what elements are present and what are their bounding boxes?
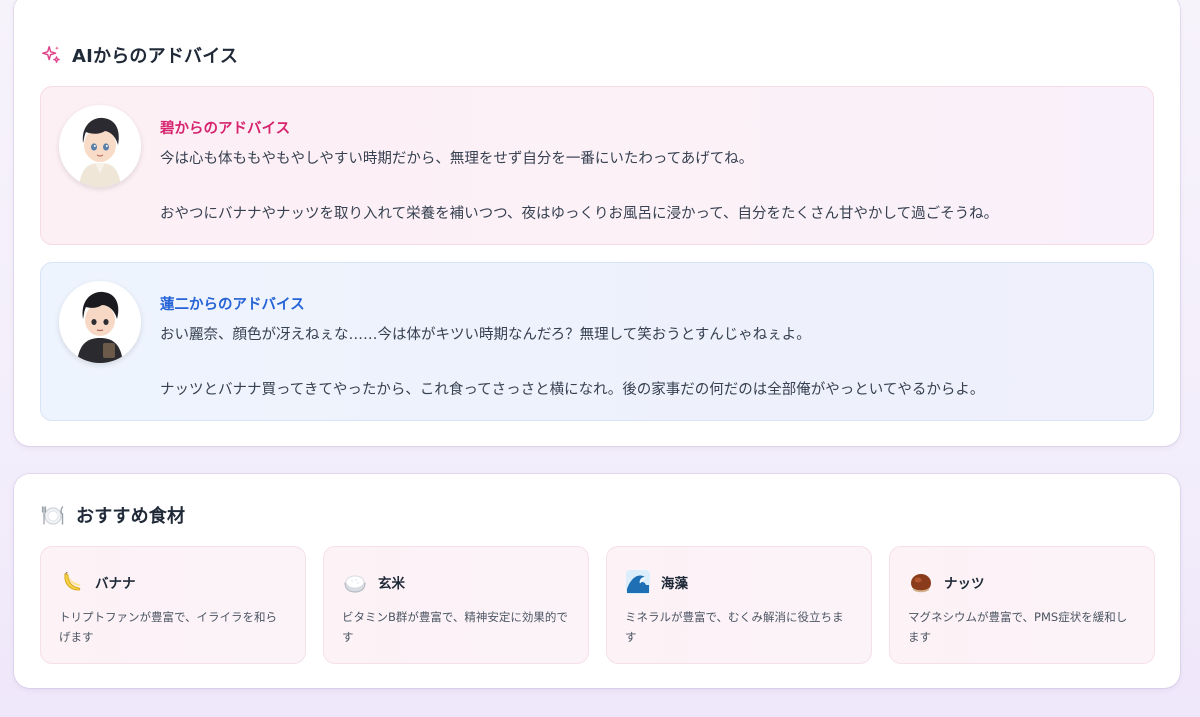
food-item-seaweed: 海藻 ミネラルが豊富で、むくみ解消に役立ちます	[606, 546, 872, 664]
advice-author-ao: 碧からのアドバイス	[160, 121, 291, 137]
recommended-foods-card: おすすめ食材 バナナ トリプトファンが豊富で、イライラを和らげます 玄米 ビタミ…	[14, 474, 1180, 688]
ai-advice-header: AIからのアドバイス	[40, 42, 238, 68]
advice-message-line: おやつにバナナやナッツを取り入れて栄養を補いつつ、夜はゆっくりお風呂に浸かって、…	[160, 206, 999, 222]
food-description: マグネシウムが豊富で、PMS症状を緩和します	[908, 610, 1128, 644]
ai-advice-card: AIからのアドバイス 碧からのアドバイス 今は心も体ももやもやしやすい時期だから…	[14, 0, 1180, 446]
chestnut-icon	[911, 574, 931, 593]
food-item-banana: バナナ トリプトファンが豊富で、イライラを和らげます	[40, 546, 306, 664]
advice-message-line: ナッツとバナナ買ってきてやったから、これ食ってさっさと横になれ。後の家事だの何だ…	[160, 382, 985, 398]
advice-author-renji: 蓮二からのアドバイス	[160, 297, 305, 313]
advice-message-line: 今は心も体ももやもやしやすい時期だから、無理をせず自分を一番にいたわってあげてね…	[160, 151, 754, 167]
avatar-renji	[59, 281, 141, 363]
food-grid: バナナ トリプトファンが豊富で、イライラを和らげます 玄米 ビタミンB群が豊富で…	[40, 546, 1155, 664]
sparkle-icon	[42, 46, 60, 63]
food-description: ミネラルが豊富で、むくみ解消に役立ちます	[625, 610, 844, 644]
food-description: トリプトファンが豊富で、イライラを和らげます	[59, 610, 278, 644]
food-name: 玄米	[378, 576, 405, 592]
food-description: ビタミンB群が豊富で、精神安定に効果的です	[342, 610, 568, 644]
food-item-brown-rice: 玄米 ビタミンB群が豊富で、精神安定に効果的です	[323, 546, 589, 664]
avatar-ao	[59, 105, 141, 187]
food-name: ナッツ	[944, 576, 985, 592]
recommended-foods-title: おすすめ食材	[76, 506, 186, 527]
advice-box-renji: 蓮二からのアドバイス おい麗奈、顔色が冴えねぇな……今は体がキツい時期なんだろ？…	[40, 262, 1154, 421]
wave-icon	[626, 570, 650, 594]
advice-box-ao: 碧からのアドバイス 今は心も体ももやもやしやすい時期だから、無理をせず自分を一番…	[40, 86, 1154, 245]
rice-icon	[344, 575, 366, 593]
advice-message-line: おい麗奈、顔色が冴えねぇな……今は体がキツい時期なんだろ？無理して笑おうとすんじ…	[160, 327, 811, 343]
recommended-foods-header: おすすめ食材	[40, 502, 185, 528]
plate-icon	[41, 506, 64, 525]
food-name: バナナ	[95, 576, 136, 592]
food-item-nuts: ナッツ マグネシウムが豊富で、PMS症状を緩和します	[889, 546, 1155, 664]
banana-icon	[64, 572, 81, 591]
food-name: 海藻	[661, 576, 688, 592]
ai-advice-title: AIからのアドバイス	[72, 46, 239, 67]
